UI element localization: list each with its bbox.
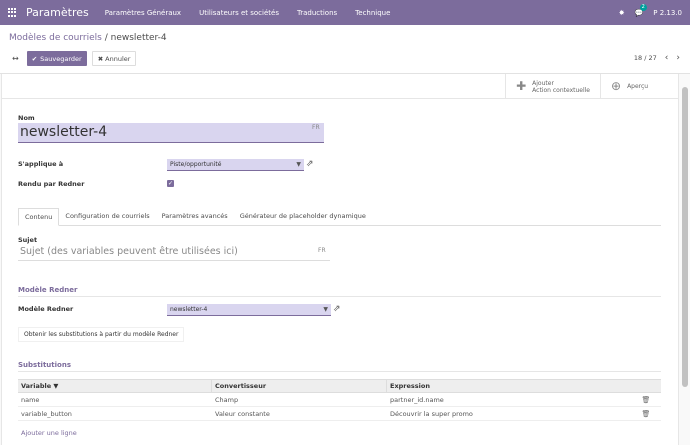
tab-advanced-settings[interactable]: Paramètres avancés xyxy=(156,208,234,226)
pager: 18 / 27 ‹ › xyxy=(634,53,680,63)
chevron-left-icon[interactable]: ‹ xyxy=(665,53,669,63)
breadcrumb: Modèles de courriels / newsletter-4 xyxy=(9,33,167,43)
substitutions-section-title: Substitutions xyxy=(18,361,71,369)
discard-button[interactable]: ✖ Annuler xyxy=(91,51,137,66)
header-expression[interactable]: Expression xyxy=(387,380,631,392)
chat-badge: 2 xyxy=(639,3,647,11)
rendered-by-redner-label: Rendu par Redner xyxy=(18,180,85,188)
tab-email-config[interactable]: Configuration de courriels xyxy=(59,208,155,226)
applies-to-value: Piste/opportunité xyxy=(170,161,222,168)
systray: ✸ 💬 2 P 2.13.0 xyxy=(619,0,682,25)
save-button-label: Sauvegarder xyxy=(40,54,82,63)
trash-icon[interactable]: 🗑 xyxy=(631,396,661,404)
redner-template-label: Modèle Redner xyxy=(18,305,74,313)
substitutions-table: Variable ▼ Convertisseur Expression name… xyxy=(18,379,661,421)
table-header: Variable ▼ Convertisseur Expression xyxy=(18,379,661,393)
caret-down-icon: ▼ xyxy=(323,306,328,313)
button-box-divider xyxy=(2,98,679,99)
external-link-icon[interactable]: ⇗ xyxy=(306,159,314,169)
preview-label: Aperçu xyxy=(627,83,649,90)
button-box: ✚ Ajouter Action contextuelle ⊕ Aperçu xyxy=(505,74,680,99)
redner-template-value: newsletter-4 xyxy=(170,306,208,313)
rendered-by-redner-checkbox[interactable]: ✓ xyxy=(167,180,174,187)
breadcrumb-parent[interactable]: Modèles de courriels xyxy=(9,33,102,43)
menu-users-companies[interactable]: Utilisateurs et sociétés xyxy=(199,9,279,17)
expand-icon[interactable]: ↔ xyxy=(9,51,22,66)
search-icon: ⊕ xyxy=(611,79,622,93)
cell-expression[interactable]: Découvrir la super promo xyxy=(387,407,631,420)
main-menu: Paramètres Généraux Utilisateurs et soci… xyxy=(105,9,409,17)
table-row[interactable]: variable_button Valeur constante Découvr… xyxy=(18,407,661,421)
cell-variable[interactable]: name xyxy=(18,393,212,406)
menu-technical[interactable]: Technique xyxy=(355,9,390,17)
trash-icon[interactable]: 🗑 xyxy=(631,410,661,418)
subject-lang-tag[interactable]: FR xyxy=(318,247,326,254)
menu-translations[interactable]: Traductions xyxy=(297,9,337,17)
external-link-icon[interactable]: ⇗ xyxy=(333,304,341,314)
save-button[interactable]: ✔ Sauvegarder xyxy=(26,51,87,66)
scrollbar[interactable] xyxy=(682,87,688,387)
table-row[interactable]: name Champ partner_id.name 🗑 xyxy=(18,393,661,407)
add-action-line2: Action contextuelle xyxy=(532,86,590,94)
form-buttons: ↔ ✔ Sauvegarder ✖ Annuler xyxy=(9,51,137,66)
plus-icon: ✚ xyxy=(516,79,527,93)
cell-expression[interactable]: partner_id.name xyxy=(387,393,631,406)
add-line-link[interactable]: Ajouter une ligne xyxy=(21,429,77,437)
check-icon: ✔ xyxy=(31,54,38,63)
close-icon: ✖ xyxy=(97,54,104,63)
preview-button[interactable]: ⊕ Aperçu xyxy=(600,74,680,99)
name-label: Nom xyxy=(18,114,35,122)
tab-placeholder-generator[interactable]: Générateur de placeholder dynamique xyxy=(234,208,372,226)
subject-label: Sujet xyxy=(18,236,38,244)
cell-converter[interactable]: Champ xyxy=(212,393,387,406)
redner-section-divider xyxy=(18,296,661,297)
apps-menu-icon[interactable] xyxy=(8,7,18,18)
chat-icon[interactable]: 💬 2 xyxy=(635,3,647,17)
name-input[interactable]: newsletter-4 xyxy=(18,123,324,143)
subject-input[interactable]: Sujet (des variables peuvent être utilis… xyxy=(18,245,330,261)
version-label[interactable]: P 2.13.0 xyxy=(653,9,682,17)
redner-template-select[interactable]: newsletter-4 ▼ xyxy=(167,304,331,316)
menu-general-settings[interactable]: Paramètres Généraux xyxy=(105,9,181,17)
substitutions-section-divider xyxy=(18,371,661,372)
add-action-line1: Ajouter xyxy=(532,79,554,87)
cell-converter[interactable]: Valeur constante xyxy=(212,407,387,420)
name-lang-tag[interactable]: FR xyxy=(312,124,320,131)
notebook-tabs: Contenu Configuration de courriels Param… xyxy=(18,208,661,226)
add-context-action-button[interactable]: ✚ Ajouter Action contextuelle xyxy=(505,74,600,99)
applies-to-label: S'applique à xyxy=(18,160,64,168)
top-navbar: Paramètres Paramètres Généraux Utilisate… xyxy=(0,0,690,25)
debug-bug-icon[interactable]: ✸ xyxy=(619,9,625,17)
pager-value[interactable]: 18 / 27 xyxy=(634,54,657,62)
get-substitutions-button[interactable]: Obtenir les substitutions à partir du mo… xyxy=(18,327,185,342)
app-title[interactable]: Paramètres xyxy=(26,6,89,19)
discard-button-label: Annuler xyxy=(105,54,131,63)
breadcrumb-current: newsletter-4 xyxy=(110,33,167,43)
redner-section-title: Modèle Redner xyxy=(18,286,78,294)
tab-content[interactable]: Contenu xyxy=(18,208,60,226)
breadcrumb-separator: / xyxy=(101,33,111,43)
caret-down-icon: ▼ xyxy=(296,161,301,168)
header-converter[interactable]: Convertisseur xyxy=(212,380,387,392)
applies-to-select[interactable]: Piste/opportunité ▼ xyxy=(167,159,304,171)
header-variable[interactable]: Variable ▼ xyxy=(18,380,212,392)
cell-variable[interactable]: variable_button xyxy=(18,407,212,420)
chevron-right-icon[interactable]: › xyxy=(676,53,680,63)
